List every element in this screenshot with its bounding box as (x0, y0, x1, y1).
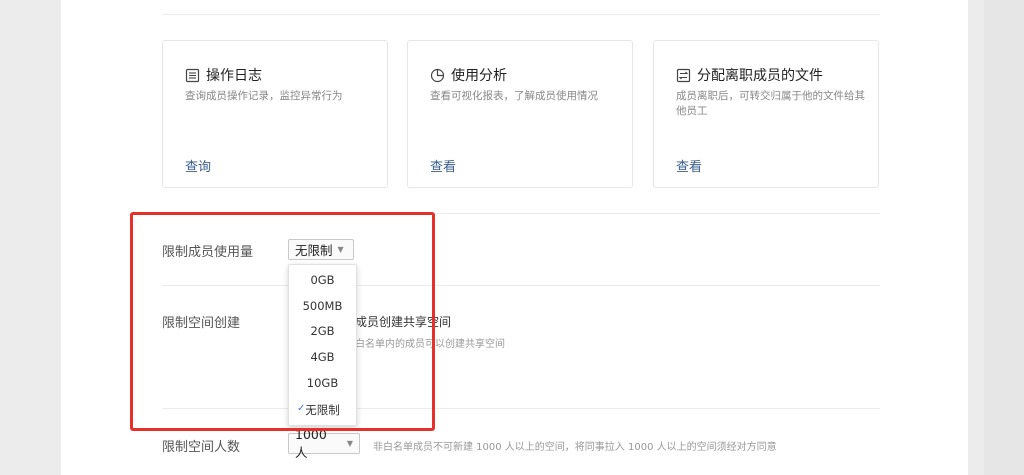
log-list-icon (185, 68, 200, 82)
card-head: 使用分析 (430, 65, 507, 85)
highlight-box (130, 212, 435, 431)
view-analysis-link[interactable]: 查看 (430, 156, 456, 175)
card-reassign-files: 分配离职成员的文件 成员离职后，可转交归属于他的文件给其他员工 查看 (653, 40, 879, 188)
transfer-icon (676, 68, 691, 82)
view-reassign-link[interactable]: 查看 (676, 156, 702, 175)
space-members-select[interactable]: 1000 人 ▼ (288, 427, 360, 460)
query-link[interactable]: 查询 (185, 156, 211, 175)
top-divider (162, 14, 880, 15)
space-members-value: 1000 人 (295, 426, 327, 460)
card-description: 查询成员操作记录，监控异常行为 (185, 90, 343, 102)
scrollbar-track[interactable] (984, 0, 1024, 475)
card-operation-log: 操作日志 查询成员操作记录，监控异常行为 查询 (162, 40, 388, 188)
space-members-label: 限制空间人数 (162, 440, 241, 455)
space-members-note: 非白名单成员不可新建 1000 人以上的空间，将同事拉入 1000 人以上的空间… (373, 442, 777, 453)
card-title: 操作日志 (206, 68, 262, 84)
card-title: 分配离职成员的文件 (697, 68, 823, 84)
card-head: 操作日志 (185, 65, 262, 85)
card-description: 查看可视化报表，了解成员使用情况 (430, 90, 598, 102)
card-head: 分配离职成员的文件 (676, 65, 823, 85)
card-description: 成员离职后，可转交归属于他的文件给其他员工 (676, 90, 865, 117)
card-title: 使用分析 (451, 68, 507, 84)
card-usage-analysis: 使用分析 查看可视化报表，了解成员使用情况 查看 (407, 40, 633, 188)
pie-chart-icon (430, 68, 445, 82)
chevron-down-icon: ▼ (346, 439, 353, 448)
